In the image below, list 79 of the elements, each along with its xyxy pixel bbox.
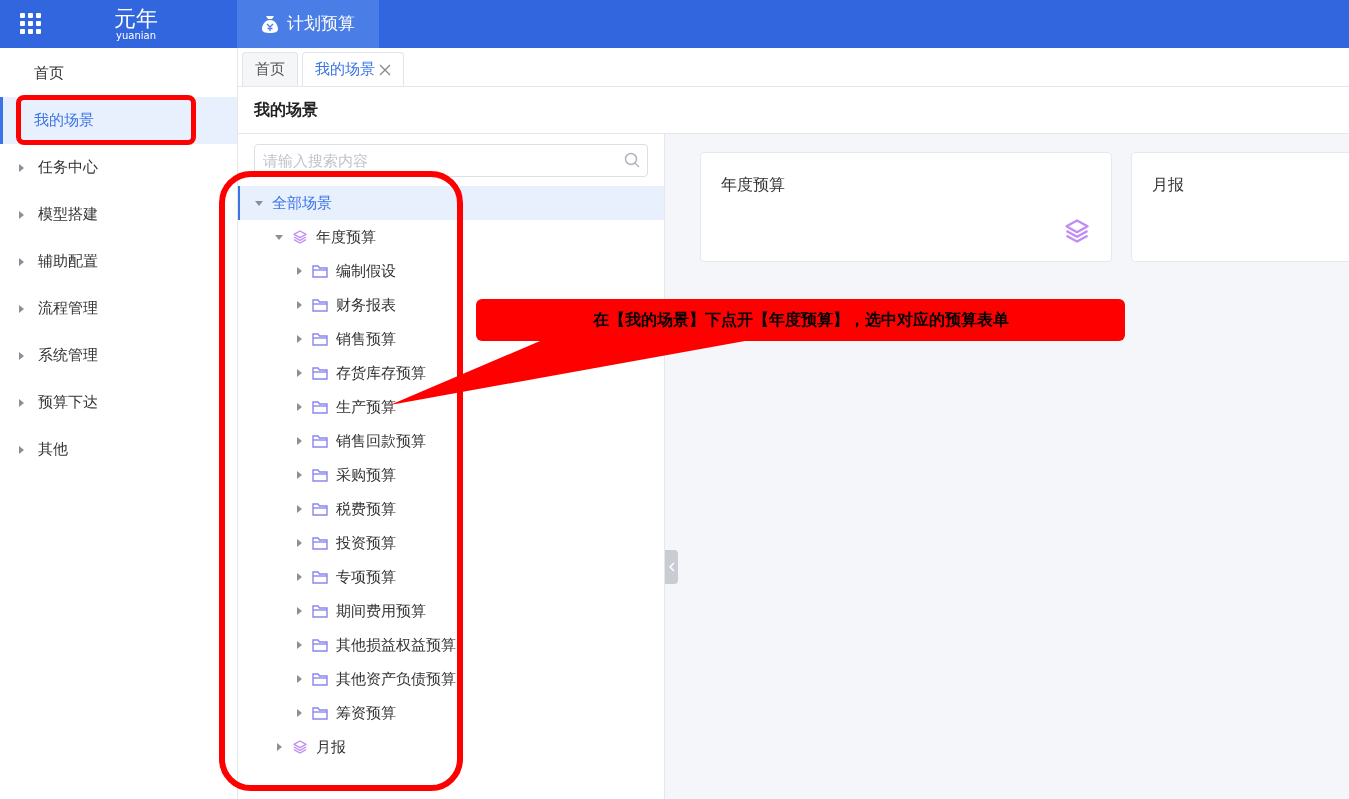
close-icon[interactable] bbox=[379, 63, 391, 76]
tree-node[interactable]: 税费预算 bbox=[238, 492, 664, 526]
tree-node[interactable]: 其他损益权益预算 bbox=[238, 628, 664, 662]
caret-icon[interactable] bbox=[16, 162, 26, 173]
tree-node[interactable]: 期间费用预算 bbox=[238, 594, 664, 628]
sidebar-item[interactable]: 预算下达 bbox=[0, 379, 237, 426]
money-bag-icon bbox=[261, 14, 279, 34]
folder-icon bbox=[312, 604, 328, 618]
folder-icon bbox=[312, 264, 328, 278]
folder-icon bbox=[312, 366, 328, 380]
caret-icon[interactable] bbox=[294, 504, 304, 514]
scene-card[interactable]: 月报 bbox=[1131, 152, 1349, 262]
caret-icon[interactable] bbox=[294, 708, 304, 718]
sidebar-item[interactable]: 模型搭建 bbox=[0, 191, 237, 238]
search-icon[interactable] bbox=[624, 152, 640, 168]
logo: 元年 yuanian bbox=[114, 7, 158, 41]
folder-icon bbox=[312, 468, 328, 482]
folder-icon bbox=[312, 332, 328, 346]
tree-node[interactable]: 投资预算 bbox=[238, 526, 664, 560]
tab[interactable]: 首页 bbox=[242, 52, 298, 86]
tree-node[interactable]: 其他资产负债预算 bbox=[238, 662, 664, 696]
sidebar-item[interactable]: 任务中心 bbox=[0, 144, 237, 191]
caret-icon[interactable] bbox=[16, 303, 26, 314]
tree-node[interactable]: 筹资预算 bbox=[238, 696, 664, 730]
caret-icon[interactable] bbox=[294, 572, 304, 582]
folder-icon bbox=[312, 536, 328, 550]
layers-icon bbox=[1063, 217, 1091, 245]
scene-card[interactable]: 年度预算 bbox=[700, 152, 1112, 262]
tree-node[interactable]: 存货库存预算 bbox=[238, 356, 664, 390]
sidebar-item[interactable]: 辅助配置 bbox=[0, 238, 237, 285]
caret-icon[interactable] bbox=[294, 368, 304, 378]
callout-tooltip: 在【我的场景】下点开【年度预算】，选中对应的预算表单 bbox=[476, 299, 1125, 341]
layers-icon bbox=[292, 229, 308, 245]
search-field[interactable]: 请输入搜索内容 bbox=[254, 144, 648, 177]
caret-icon[interactable] bbox=[16, 397, 26, 408]
caret-icon[interactable] bbox=[294, 300, 304, 310]
layers-icon bbox=[292, 739, 308, 755]
collapse-handle[interactable] bbox=[665, 550, 678, 584]
tree-node[interactable]: 编制假设 bbox=[238, 254, 664, 288]
folder-icon bbox=[312, 400, 328, 414]
caret-icon[interactable] bbox=[16, 444, 26, 455]
caret-icon[interactable] bbox=[294, 538, 304, 548]
tab[interactable]: 我的场景 bbox=[302, 52, 404, 86]
caret-icon[interactable] bbox=[16, 350, 26, 361]
caret-icon[interactable] bbox=[294, 266, 304, 276]
caret-icon[interactable] bbox=[16, 256, 26, 267]
page-title: 我的场景 bbox=[254, 99, 318, 121]
tree-node[interactable]: 月报 bbox=[238, 730, 664, 764]
folder-icon bbox=[312, 638, 328, 652]
sidebar-item[interactable]: 其他 bbox=[0, 426, 237, 473]
caret-icon[interactable] bbox=[294, 470, 304, 480]
caret-icon[interactable] bbox=[294, 606, 304, 616]
folder-icon bbox=[312, 298, 328, 312]
caret-icon[interactable] bbox=[294, 674, 304, 684]
caret-icon[interactable] bbox=[294, 436, 304, 446]
folder-icon bbox=[312, 672, 328, 686]
app-tab[interactable]: 计划预算 bbox=[237, 0, 379, 48]
apps-grid-icon[interactable] bbox=[20, 13, 42, 35]
tree-node[interactable]: 专项预算 bbox=[238, 560, 664, 594]
caret-icon[interactable] bbox=[274, 742, 284, 752]
caret-icon[interactable] bbox=[254, 198, 264, 208]
caret-icon[interactable] bbox=[294, 640, 304, 650]
tree-node[interactable]: 全部场景 bbox=[238, 186, 664, 220]
tree-node[interactable]: 采购预算 bbox=[238, 458, 664, 492]
caret-icon[interactable] bbox=[294, 402, 304, 412]
sidebar-item[interactable]: 流程管理 bbox=[0, 285, 237, 332]
tree-node[interactable]: 生产预算 bbox=[238, 390, 664, 424]
folder-icon bbox=[312, 706, 328, 720]
tree-node[interactable]: 年度预算 bbox=[238, 220, 664, 254]
caret-icon[interactable] bbox=[274, 232, 284, 242]
sidebar-item[interactable]: 首页 bbox=[0, 50, 237, 97]
caret-icon[interactable] bbox=[294, 334, 304, 344]
folder-icon bbox=[312, 434, 328, 448]
caret-icon[interactable] bbox=[16, 209, 26, 220]
folder-icon bbox=[312, 570, 328, 584]
sidebar-item[interactable]: 系统管理 bbox=[0, 332, 237, 379]
folder-icon bbox=[312, 502, 328, 516]
chevron-left-icon bbox=[668, 562, 675, 572]
tree-node[interactable]: 销售回款预算 bbox=[238, 424, 664, 458]
